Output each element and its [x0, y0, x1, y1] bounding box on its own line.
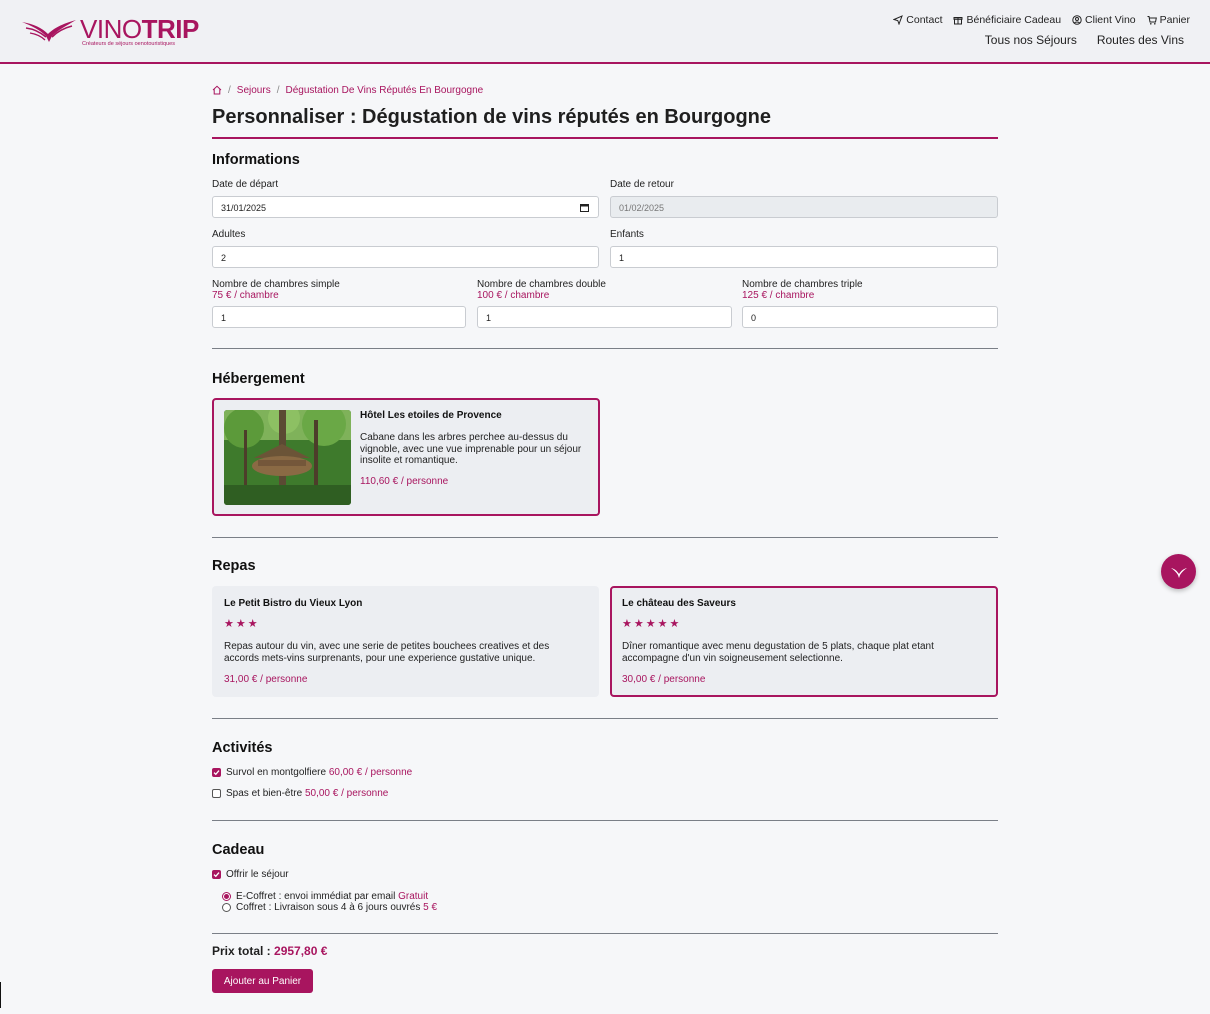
- date-retour-label: Date de retour: [610, 179, 674, 190]
- divider: [212, 933, 998, 934]
- rating-stars-icon: ★★★★★: [622, 618, 682, 630]
- coffret-radio[interactable]: Coffret : Livraison sous 4 à 6 jours ouv…: [222, 902, 437, 913]
- form-area: Informations Date de départ 31/01/2025 D…: [212, 0, 998, 1014]
- chambres-simple-input[interactable]: 1: [212, 306, 466, 328]
- total-price: Prix total : 2957,80 €: [212, 944, 328, 958]
- add-to-cart-button[interactable]: Ajouter au Panier: [212, 969, 313, 993]
- chambres-triple-price: 125 € / chambre: [742, 290, 815, 301]
- ecoffret-radio[interactable]: E-Coffret : envoi immédiat par email Gra…: [222, 891, 428, 902]
- restaurant-name: Le Petit Bistro du Vieux Lyon: [224, 598, 363, 609]
- nav-routes-des-vins[interactable]: Routes des Vins: [1097, 33, 1184, 47]
- informations-heading: Informations: [212, 152, 300, 168]
- winged-glass-logo-icon: [22, 20, 76, 42]
- text-cursor: [0, 982, 1, 1008]
- main-nav: Tous nos Séjours Routes des Vins: [985, 33, 1184, 47]
- restaurant-name: Le château des Saveurs: [622, 598, 736, 609]
- restaurant-price: 31,00 € / personne: [224, 674, 308, 685]
- chambres-double-input[interactable]: 1: [477, 306, 732, 328]
- adultes-input[interactable]: 2: [212, 246, 599, 268]
- restaurant-card-selected[interactable]: Le château des Saveurs ★★★★★ Dîner roman…: [610, 586, 998, 697]
- enfants-label: Enfants: [610, 229, 644, 240]
- hotel-photo: [224, 410, 351, 505]
- restaurant-description: Dîner romantique avec menu degustation d…: [622, 641, 934, 664]
- checkbox-checked[interactable]: [212, 768, 221, 777]
- divider: [212, 820, 998, 821]
- restaurant-price: 30,00 € / personne: [622, 674, 706, 685]
- divider: [212, 348, 998, 349]
- checkbox-unchecked[interactable]: [212, 789, 221, 798]
- activites-heading: Activités: [212, 740, 273, 756]
- user-circle-icon: [1072, 15, 1082, 25]
- divider: [212, 537, 998, 538]
- hotel-card[interactable]: Hôtel Les etoiles de Provence Cabane dan…: [212, 398, 600, 516]
- divider: [212, 718, 998, 719]
- repas-heading: Repas: [212, 558, 256, 574]
- client-account-link[interactable]: Client Vino: [1072, 14, 1136, 26]
- cadeau-heading: Cadeau: [212, 842, 265, 858]
- chambres-triple-input[interactable]: 0: [742, 306, 998, 328]
- chambres-double-label: Nombre de chambres double: [477, 279, 606, 290]
- hebergement-heading: Hébergement: [212, 371, 305, 387]
- floating-chat-button[interactable]: [1161, 554, 1196, 589]
- activity-montgolfiere[interactable]: Survol en montgolfiere 60,00 € / personn…: [212, 767, 412, 778]
- cart-link[interactable]: Panier: [1147, 14, 1190, 26]
- nav-tous-nos-sejours[interactable]: Tous nos Séjours: [985, 33, 1077, 47]
- date-depart-input[interactable]: 31/01/2025: [212, 196, 599, 218]
- hotel-description: Cabane dans les arbres perchee au-dessus…: [360, 432, 582, 466]
- activity-spa[interactable]: Spas et bien-être 50,00 € / personne: [212, 788, 388, 799]
- offrir-sejour-checkbox[interactable]: Offrir le séjour: [212, 869, 289, 880]
- rating-stars-icon: ★★★: [224, 618, 260, 630]
- adultes-label: Adultes: [212, 229, 246, 240]
- radio-selected[interactable]: [222, 892, 231, 901]
- hotel-price: 110,60 € / personne: [360, 476, 449, 487]
- brand-tagline: Créateurs de séjours oenotouristiques: [82, 41, 175, 47]
- restaurant-card[interactable]: Le Petit Bistro du Vieux Lyon ★★★ Repas …: [212, 586, 599, 697]
- chambres-double-price: 100 € / chambre: [477, 290, 550, 301]
- radio-unselected[interactable]: [222, 903, 231, 912]
- hotel-name: Hôtel Les etoiles de Provence: [360, 410, 502, 421]
- date-retour-input: 01/02/2025: [610, 196, 998, 218]
- winged-glass-logo-icon: [1170, 567, 1187, 578]
- vinotrip-logo[interactable]: VINOTRIP Créateurs de séjours oenotouris…: [20, 12, 200, 52]
- enfants-input[interactable]: 1: [610, 246, 998, 268]
- chambres-simple-price: 75 € / chambre: [212, 290, 279, 301]
- checkbox-checked[interactable]: [212, 870, 221, 879]
- chambres-simple-label: Nombre de chambres simple: [212, 279, 340, 290]
- chambres-triple-label: Nombre de chambres triple: [742, 279, 863, 290]
- restaurant-description: Repas autour du vin, avec une serie de p…: [224, 641, 550, 664]
- date-depart-label: Date de départ: [212, 179, 279, 190]
- calendar-icon[interactable]: [580, 203, 589, 212]
- cart-icon: [1147, 16, 1157, 25]
